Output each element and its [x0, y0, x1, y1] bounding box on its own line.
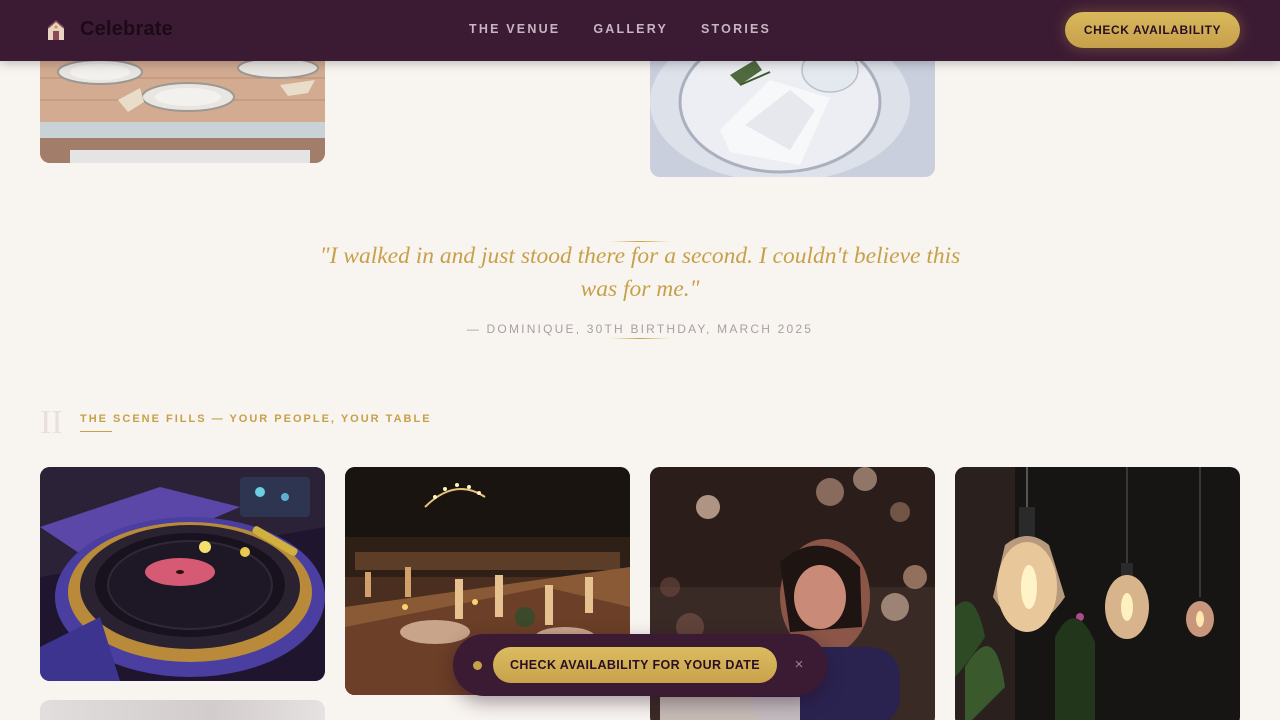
dj-turntable-photo[interactable] [40, 467, 325, 681]
main-nav: THE VENUE GALLERY STORIES [469, 22, 771, 36]
brand[interactable]: Celebrate [46, 18, 173, 41]
venue-logo-icon [46, 19, 66, 41]
testimonial-attribution: — DOMINIQUE, 30TH BIRTHDAY, MARCH 2025 [466, 322, 814, 336]
status-dot-icon [473, 661, 482, 670]
check-availability-date-button[interactable]: CHECK AVAILABILITY FOR YOUR DATE [493, 647, 777, 683]
section-title-rule [80, 431, 112, 432]
section-number: II [40, 404, 63, 441]
quote-rule-bottom [610, 338, 670, 339]
section-title: THE SCENE FILLS — YOUR PEOPLE, YOUR TABL… [80, 413, 432, 425]
check-availability-button[interactable]: CHECK AVAILABILITY [1065, 12, 1240, 48]
pendant-bulbs-photo[interactable] [955, 467, 1240, 720]
brand-name: Celebrate [80, 18, 173, 40]
nav-item-gallery[interactable]: GALLERY [593, 22, 668, 36]
nav-item-stories[interactable]: STORIES [701, 22, 771, 36]
top-navbar: Celebrate THE VENUE GALLERY STORIES CHEC… [0, 0, 1280, 61]
nav-item-the-venue[interactable]: THE VENUE [469, 22, 560, 36]
next-row-photo [40, 700, 325, 720]
close-icon[interactable]: × [791, 655, 807, 675]
floating-availability-bar: CHECK AVAILABILITY FOR YOUR DATE × [453, 634, 827, 696]
testimonial-quote: "I walked in and just stood there for a … [319, 243, 961, 302]
